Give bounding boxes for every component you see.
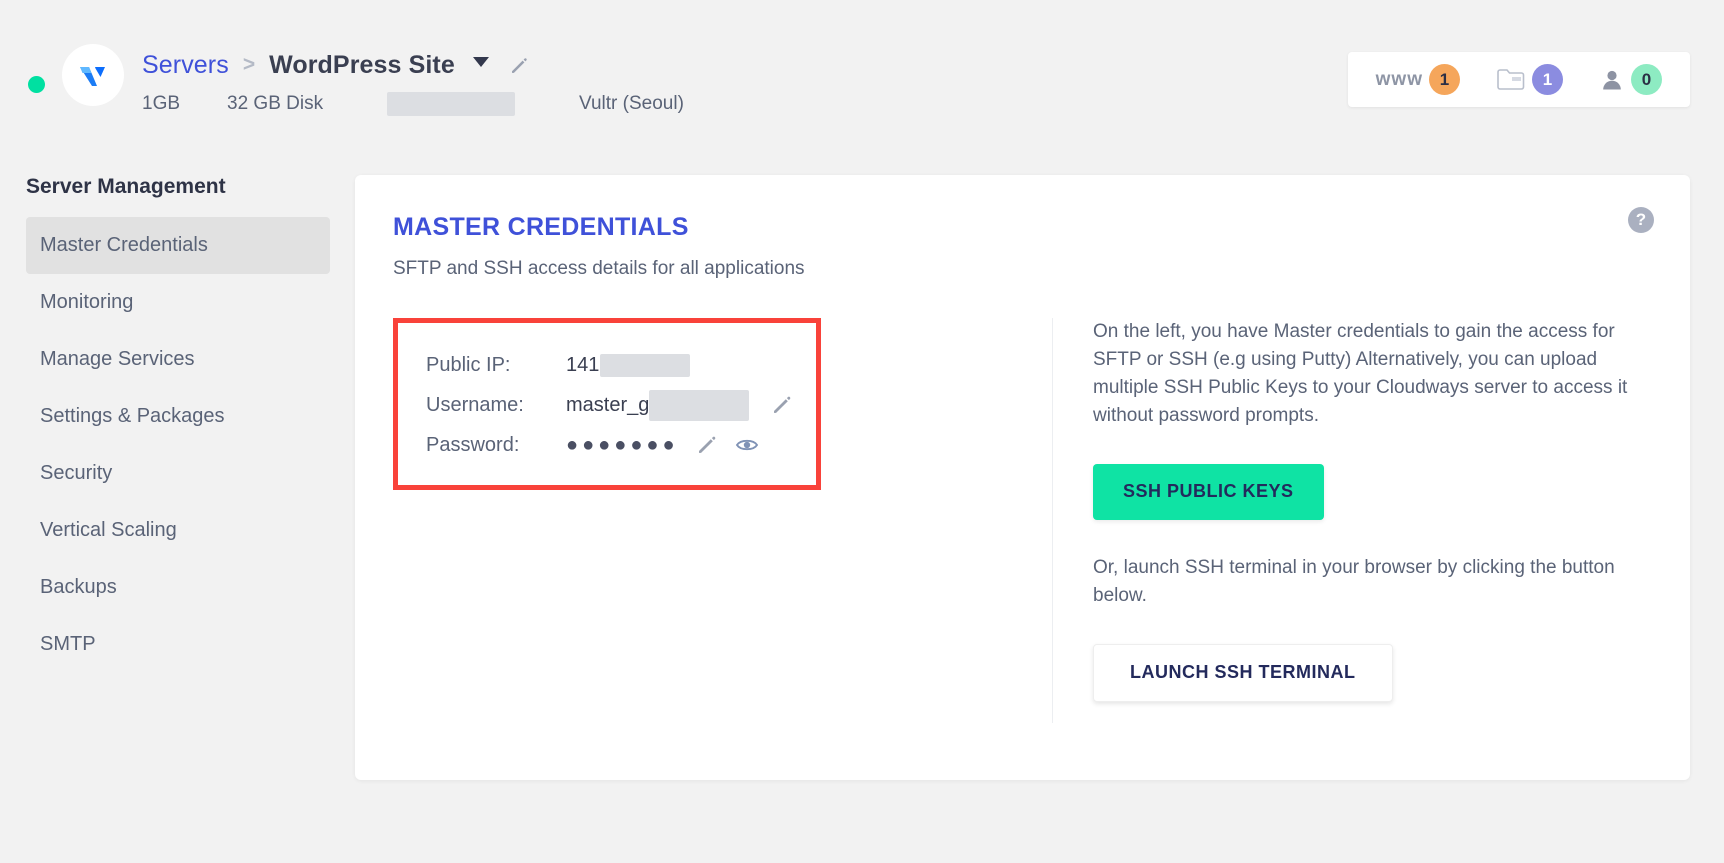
spec-provider: Vultr (Seoul) (579, 93, 684, 114)
chevron-down-icon[interactable] (472, 57, 489, 67)
edit-server-name-pencil-icon[interactable] (509, 56, 529, 76)
help-icon[interactable]: ? (1628, 207, 1654, 233)
server-header-text: Servers > WordPress Site 1GB 32 GB Disk … (142, 48, 684, 116)
public-ip-value: 141 (566, 353, 691, 377)
sidebar-item-security[interactable]: Security (26, 445, 330, 502)
users-counter[interactable]: 0 (1581, 64, 1680, 95)
public-ip-row: Public IP: 141 (426, 345, 796, 385)
sidebar-item-label: Security (40, 462, 113, 484)
password-label: Password: (426, 433, 520, 456)
public-ip-label: Public IP: (426, 353, 511, 376)
sidebar-item-label: Vertical Scaling (40, 519, 177, 541)
sidebar-item-vertical-scaling[interactable]: Vertical Scaling (26, 502, 330, 559)
ssh-info-column: On the left, you have Master credentials… (1053, 318, 1650, 723)
spec-disk: 32 GB Disk (227, 93, 324, 114)
username-value: master_g (566, 389, 793, 421)
www-label: www (1375, 68, 1423, 90)
sidebar-item-monitoring[interactable]: Monitoring (26, 274, 330, 331)
database-counter[interactable]: 1 (1478, 64, 1581, 95)
www-counter[interactable]: www 1 (1358, 64, 1478, 95)
vultr-logo-icon (62, 44, 124, 106)
password-value: ●●●●●●● (566, 434, 759, 456)
show-password-eye-icon[interactable] (735, 435, 759, 455)
main-content: ? MASTER CREDENTIALS SFTP and SSH access… (355, 145, 1724, 780)
credentials-annotated-box: Public IP: 141 Username: master_g Passwo… (393, 318, 821, 490)
server-specs-row: 1GB 32 GB Disk Vultr (Seoul) (142, 92, 684, 116)
spec-redacted-block (387, 92, 515, 116)
sidebar-item-backups[interactable]: Backups (26, 559, 330, 616)
sidebar-item-label: Master Credentials (40, 234, 208, 256)
page-title: MASTER CREDENTIALS (393, 213, 689, 241)
username-text: master_g (566, 393, 650, 416)
sidebar-item-label: SMTP (40, 633, 96, 655)
breadcrumb-current-server: WordPress Site (269, 50, 455, 79)
card-split-layout: Public IP: 141 Username: master_g Passwo… (393, 318, 1650, 723)
breadcrumb: Servers > WordPress Site (142, 48, 684, 82)
breadcrumb-servers-link[interactable]: Servers (142, 51, 229, 80)
app-counters-panel: www 1 1 0 (1347, 52, 1690, 107)
username-redacted-block (649, 389, 750, 421)
launch-ssh-terminal-button[interactable]: LAUNCH SSH TERMINAL (1093, 643, 1393, 702)
top-header-bar: Servers > WordPress Site 1GB 32 GB Disk … (0, 0, 1724, 145)
server-status-dot (28, 76, 45, 93)
sidebar-item-master-credentials[interactable]: Master Credentials (26, 217, 330, 274)
edit-username-pencil-icon[interactable] (771, 394, 793, 416)
edit-password-pencil-icon[interactable] (696, 434, 718, 456)
page-subtitle: SFTP and SSH access details for all appl… (393, 258, 805, 279)
sidebar: Server Management Master Credentials Mon… (0, 145, 355, 780)
username-row: Username: master_g (426, 385, 796, 425)
page-body: Server Management Master Credentials Mon… (0, 145, 1724, 780)
public-ip-text: 141 (566, 353, 600, 376)
folder-icon (1496, 67, 1526, 93)
database-count-badge: 1 (1532, 64, 1563, 95)
master-credentials-card: ? MASTER CREDENTIALS SFTP and SSH access… (355, 175, 1690, 780)
user-icon (1599, 67, 1625, 93)
sidebar-item-manage-services[interactable]: Manage Services (26, 331, 330, 388)
sidebar-item-label: Manage Services (40, 348, 195, 370)
vultr-v-glyph (80, 67, 105, 86)
sidebar-item-label: Monitoring (40, 291, 134, 313)
sidebar-item-label: Backups (40, 576, 117, 598)
sidebar-item-settings-packages[interactable]: Settings & Packages (26, 388, 330, 445)
username-label: Username: (426, 393, 524, 416)
users-count-badge: 0 (1631, 64, 1662, 95)
public-ip-redacted-block (600, 353, 691, 377)
www-count-badge: 1 (1429, 64, 1460, 95)
sidebar-item-smtp[interactable]: SMTP (26, 616, 330, 673)
breadcrumb-separator: > (242, 53, 256, 76)
password-row: Password: ●●●●●●● (426, 425, 796, 465)
sidebar-title: Server Management (26, 175, 226, 198)
spec-ram: 1GB (142, 93, 181, 114)
sidebar-item-label: Settings & Packages (40, 405, 225, 427)
credentials-column: Public IP: 141 Username: master_g Passwo… (393, 318, 1053, 723)
password-masked-text: ●●●●●●● (566, 434, 679, 456)
master-credentials-description: On the left, you have Master credentials… (1093, 321, 1628, 426)
ssh-public-keys-button[interactable]: SSH PUBLIC KEYS (1093, 463, 1324, 520)
ssh-terminal-description: Or, launch SSH terminal in your browser … (1093, 556, 1615, 606)
